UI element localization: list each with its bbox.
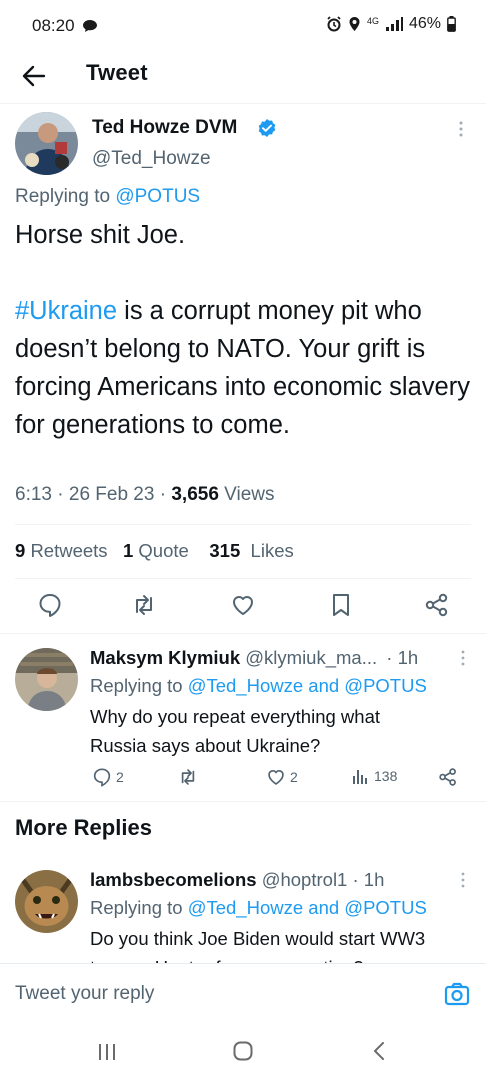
retweets-stat[interactable]: 9 Retweets [15,540,108,561]
reply-like-action[interactable]: 2 [266,767,298,787]
reply-reply-count: 2 [116,769,124,785]
more-reply-replying-links[interactable]: @Ted_Howze and @POTUS [188,897,427,918]
reply-reply-action[interactable]: 2 [92,767,124,787]
reply-replying-links[interactable]: @Ted_Howze and @POTUS [188,675,427,696]
bookmark-icon[interactable] [328,592,354,618]
like-icon[interactable] [230,592,256,618]
divider [0,633,486,634]
reply-author-handle[interactable]: @klymiuk_ma... [245,647,377,668]
system-nav-bar [0,1023,486,1080]
signal-icon [385,17,403,31]
divider [15,524,471,525]
network-label: 4G [366,15,379,26]
system-back-icon[interactable] [372,1041,386,1061]
retweet-icon [178,767,198,787]
retweet-icon[interactable] [131,592,157,618]
reply-retweet-action[interactable] [178,767,198,787]
tweet-date: 26 Feb 23 [68,484,155,505]
tweet-text: Horse shit Joe. #Ukraine is a corrupt mo… [15,216,477,444]
likes-label: Likes [250,540,294,561]
views-icon [352,767,370,785]
more-reply-replying-label: Replying to [90,897,183,918]
more-options-icon[interactable] [458,120,464,138]
top-app-bar: Tweet [0,52,486,104]
author-avatar[interactable] [15,112,78,175]
more-reply-header: lambsbecomelions @hoptrol1 · 1h [90,869,384,891]
more-reply-age: · 1h [352,869,385,890]
tweet-line-1: Horse shit Joe. [15,221,186,249]
quotes-count: 1 [122,540,134,561]
status-time: 08:20 [32,16,75,35]
battery-icon [447,16,456,32]
share-icon[interactable] [424,592,450,618]
reply-view-count: 138 [374,768,398,784]
divider [0,801,486,802]
quotes-stat[interactable]: 1 Quote [123,540,189,561]
views-count: 3,656 [171,484,219,505]
reply-icon[interactable] [37,592,63,618]
reply-replying-to: Replying to @Ted_Howze and @POTUS [90,675,427,697]
more-replies-heading: More Replies [15,815,152,840]
reply-share-icon[interactable] [438,767,458,787]
verified-badge-icon [257,118,277,138]
reply-avatar[interactable] [15,648,78,711]
home-icon[interactable] [233,1041,253,1061]
author-handle[interactable]: @Ted_Howze [92,148,211,170]
more-reply-author-handle[interactable]: @hoptrol1 [262,869,348,890]
reply-views-action[interactable]: 138 [352,767,397,785]
replying-to-label: Replying to [15,186,111,207]
author-name[interactable]: Ted Howze DVM [92,117,237,139]
divider [15,578,471,579]
like-icon [266,767,286,787]
reply-composer[interactable]: Tweet your reply [0,963,486,1023]
recent-apps-icon[interactable] [98,1043,116,1061]
page-title: Tweet [86,60,148,85]
chat-bubble-icon [82,19,98,33]
battery-percent: 46% [408,15,441,32]
tweet-time: 6:13 [15,484,52,505]
alarm-icon [326,16,342,32]
reply-author-name[interactable]: Maksym Klymiuk [90,647,240,668]
likes-count: 315 [209,540,241,561]
more-reply-replying-to: Replying to @Ted_Howze and @POTUS [90,897,427,919]
replying-to-line: Replying to @POTUS [15,186,200,208]
hashtag-link[interactable]: #Ukraine [15,297,117,325]
status-right: 4G 46% [326,15,456,33]
reply-text: Why do you repeat everything what Russia… [90,706,380,756]
more-reply-author-name[interactable]: lambsbecomelions [90,869,257,890]
status-bar: 08:20 4G 46% [0,0,486,50]
reply-header: Maksym Klymiuk @klymiuk_ma... · 1h [90,647,418,669]
retweets-label: Retweets [30,540,108,561]
location-icon [348,16,361,32]
more-reply-text-line1: Do you think Joe Biden would start WW3 [90,928,426,949]
views-label: Views [224,484,275,505]
quotes-label: Quote [138,540,189,561]
more-reply-avatar[interactable] [15,870,78,933]
reply-age: · 1h [386,647,419,668]
reply-more-options-icon[interactable] [460,650,466,666]
reply-like-count: 2 [290,769,298,785]
replying-to-link[interactable]: @POTUS [115,186,200,207]
more-reply-options-icon[interactable] [460,872,466,888]
camera-icon[interactable] [444,982,470,1006]
reply-icon [92,767,112,787]
back-arrow-icon[interactable] [20,62,48,90]
likes-stat[interactable]: 315 Likes [209,540,293,561]
tweet-meta: 6:13 · 26 Feb 23 · 3,656 Views [15,484,275,505]
retweets-count: 9 [15,540,26,561]
engagement-stats: 9 Retweets 1 Quote 315 Likes [15,540,294,562]
reply-input-placeholder[interactable]: Tweet your reply [15,983,154,1005]
reply-replying-label: Replying to [90,675,183,696]
